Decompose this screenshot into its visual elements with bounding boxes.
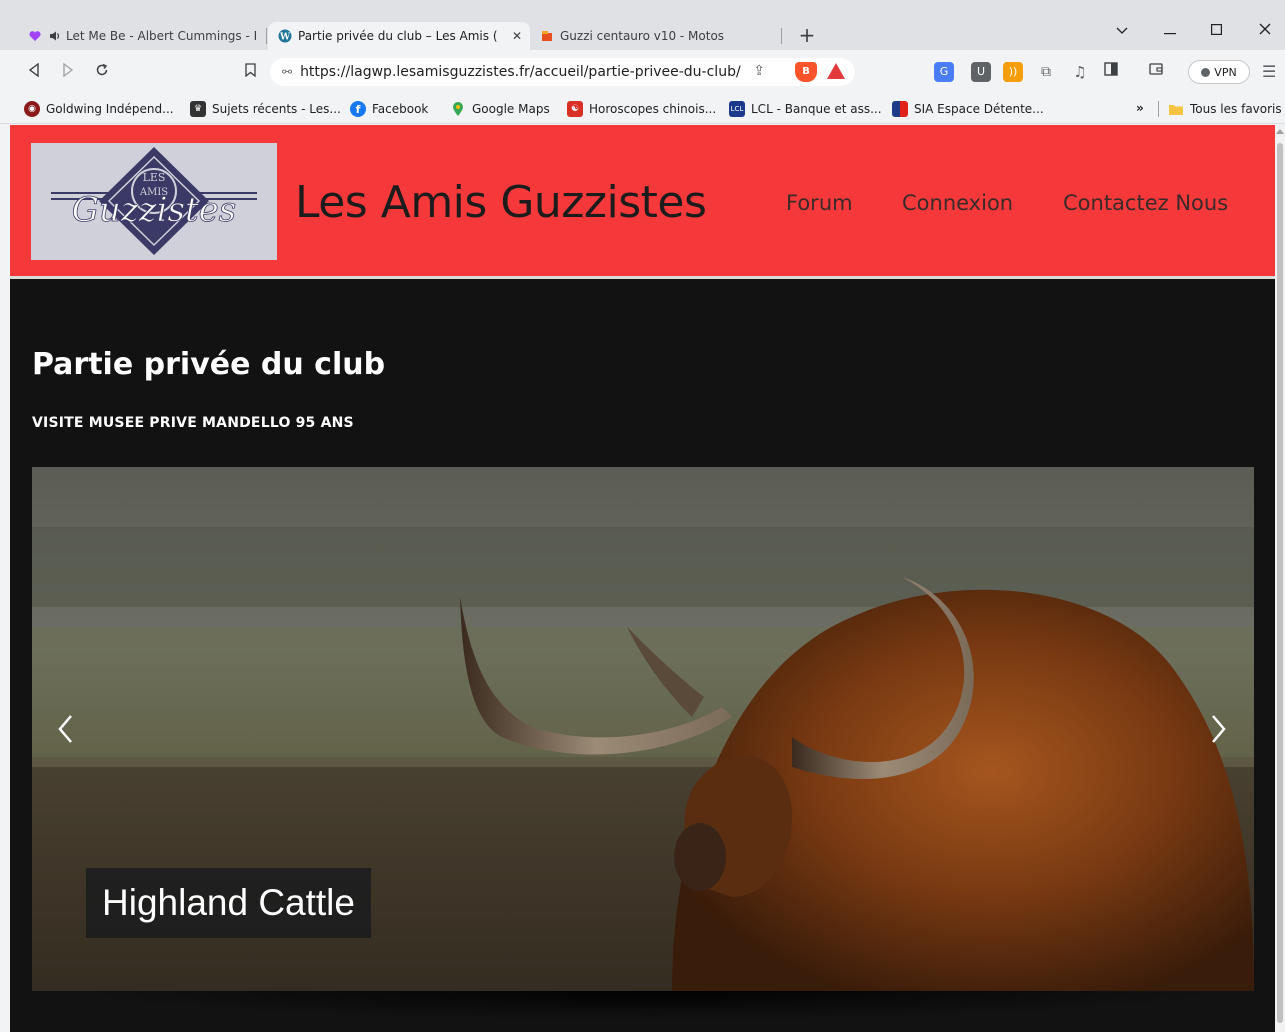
svg-text:Guzzistes: Guzzistes xyxy=(72,190,236,230)
bookmark-horoscopes[interactable]: ☯ Horoscopes chinois... xyxy=(567,100,716,118)
site-settings-icon[interactable]: ⚯ xyxy=(282,65,292,79)
close-window-button[interactable] xyxy=(1245,18,1285,42)
scroll-up-arrow-icon[interactable] xyxy=(1276,129,1284,134)
vpn-status-icon xyxy=(1201,67,1211,77)
bookmark-label: Tous les favoris xyxy=(1190,102,1282,116)
forward-button[interactable] xyxy=(58,62,78,82)
google-maps-pin-icon xyxy=(450,101,466,117)
svg-text:W: W xyxy=(279,33,291,43)
address-bar[interactable]: ⚯ https://lagwp.lesamisguzzistes.fr/accu… xyxy=(270,58,855,86)
bookmark-goldwing[interactable]: ◉ Goldwing Indépend... xyxy=(24,100,174,118)
tab-label: Let Me Be - Albert Cummings - De xyxy=(66,29,256,43)
share-icon[interactable]: ⇪ xyxy=(753,63,765,79)
bookmark-label: Facebook xyxy=(372,102,429,116)
sia-icon xyxy=(892,101,908,117)
wallet-icon[interactable] xyxy=(1146,62,1166,82)
slide-caption: Highland Cattle xyxy=(86,868,371,938)
image-slider[interactable]: Highland Cattle xyxy=(32,467,1254,991)
next-slide-button[interactable] xyxy=(1208,712,1228,746)
maximize-button[interactable] xyxy=(1196,18,1236,42)
wordpress-icon: W xyxy=(278,29,292,43)
folder-icon xyxy=(1168,101,1184,117)
lcl-icon: LCL xyxy=(729,101,745,117)
tab-guzzi-centauro[interactable]: Guzzi centauro v10 - Motos xyxy=(530,22,780,50)
prev-slide-button[interactable] xyxy=(56,712,76,746)
vpn-button[interactable]: VPN xyxy=(1188,60,1250,84)
site-logo[interactable]: LES AMIS Guzzistes xyxy=(31,143,277,260)
horoscope-icon: ☯ xyxy=(567,101,583,117)
heart-icon xyxy=(28,29,42,43)
minimize-button[interactable] xyxy=(1150,18,1190,42)
scrollbar-thumb[interactable] xyxy=(1277,143,1283,1023)
extensions-puzzle-icon[interactable]: ⧉ xyxy=(1036,62,1056,82)
bookmark-label: Google Maps xyxy=(472,102,550,116)
tab-label: Guzzi centauro v10 - Motos xyxy=(560,29,725,43)
sidebar-toggle-icon[interactable] xyxy=(1101,62,1121,82)
translate-extension-icon[interactable]: G xyxy=(934,62,954,82)
goldwing-icon: ◉ xyxy=(24,101,40,117)
tab-partie-privee[interactable]: W Partie privée du club – Les Amis ( ✕ xyxy=(268,22,530,50)
brave-rewards-icon[interactable] xyxy=(827,63,845,79)
bookmark-label: Goldwing Indépend... xyxy=(46,102,174,116)
page-scrollbar[interactable] xyxy=(1275,125,1285,1032)
motos-site-icon xyxy=(540,29,554,43)
nav-forum[interactable]: Forum xyxy=(786,191,853,215)
hamburger-menu-icon[interactable]: ☰ xyxy=(1262,62,1276,81)
site-header: LES AMIS Guzzistes Les Amis Guzzistes Fo… xyxy=(10,125,1275,279)
bookmark-label: LCL - Banque et ass... xyxy=(751,102,882,116)
more-bookmarks-button[interactable]: » xyxy=(1136,101,1144,115)
reload-button[interactable] xyxy=(92,62,112,82)
new-tab-button[interactable]: + xyxy=(796,24,818,46)
chevron-left-icon xyxy=(58,715,72,743)
music-note-icon[interactable]: ♫ xyxy=(1070,62,1090,82)
bookmark-label: Horoscopes chinois... xyxy=(589,102,717,116)
back-button[interactable] xyxy=(24,62,44,82)
page-viewport: LES AMIS Guzzistes Les Amis Guzzistes Fo… xyxy=(10,125,1275,1032)
bookmark-sujets-recents[interactable]: ♛ Sujets récents - Les... xyxy=(190,100,341,118)
speaker-icon[interactable] xyxy=(48,29,62,43)
svg-text:LES: LES xyxy=(143,171,166,184)
bookmark-page-icon[interactable] xyxy=(240,62,260,82)
site-title[interactable]: Les Amis Guzzistes xyxy=(295,177,707,228)
slider-shadow xyxy=(70,991,1230,1021)
bookmark-all-favorites[interactable]: Tous les favoris xyxy=(1168,100,1282,118)
tab-search-button[interactable] xyxy=(1102,18,1142,42)
vpn-label: VPN xyxy=(1214,65,1237,79)
forum-avatar-icon: ♛ xyxy=(190,101,206,117)
bookmarks-bar: ◉ Goldwing Indépend... ♛ Sujets récents … xyxy=(0,94,1285,124)
section-subtitle: VISITE MUSEE PRIVE MANDELLO 95 ANS xyxy=(32,415,354,431)
nav-connexion[interactable]: Connexion xyxy=(902,191,1013,215)
bookmark-lcl[interactable]: LCL LCL - Banque et ass... xyxy=(729,100,882,118)
nav-contactez-nous[interactable]: Contactez Nous xyxy=(1063,191,1228,215)
page-title: Partie privée du club xyxy=(32,347,386,382)
brave-shields-icon[interactable]: B xyxy=(795,62,817,82)
ublock-extension-icon[interactable]: U xyxy=(971,62,991,82)
tab-label: Partie privée du club – Les Amis ( xyxy=(298,29,498,43)
chevron-right-icon xyxy=(1212,715,1226,743)
url-text: https://lagwp.lesamisguzzistes.fr/accuei… xyxy=(300,64,741,80)
rss-extension-icon[interactable]: )) xyxy=(1003,62,1023,82)
bookmark-google-maps[interactable]: Google Maps xyxy=(450,100,550,118)
bookmarks-separator xyxy=(1158,101,1159,117)
tab-strip: Let Me Be - Albert Cummings - De W Parti… xyxy=(0,0,1285,50)
close-tab-icon[interactable]: ✕ xyxy=(512,29,522,43)
bookmark-label: Sujets récents - Les... xyxy=(212,102,341,116)
tab-separator xyxy=(266,28,267,44)
facebook-icon: f xyxy=(350,101,366,117)
bookmark-facebook[interactable]: f Facebook xyxy=(350,100,428,118)
bookmark-sia[interactable]: SIA Espace Détente... xyxy=(892,100,1044,118)
browser-toolbar: ⚯ https://lagwp.lesamisguzzistes.fr/accu… xyxy=(0,50,1285,94)
tab-separator xyxy=(781,28,782,44)
bookmark-label: SIA Espace Détente... xyxy=(914,102,1044,116)
tab-let-me-be[interactable]: Let Me Be - Albert Cummings - De xyxy=(18,22,266,50)
